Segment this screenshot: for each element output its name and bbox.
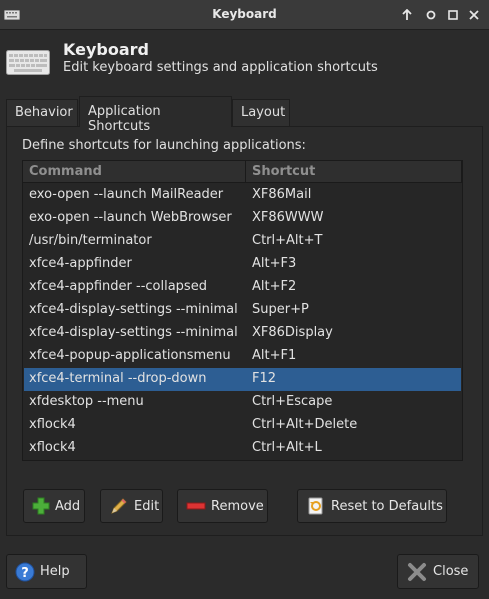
table-row[interactable]: xfce4-display-settings --minimal XF86Dis… <box>24 322 461 345</box>
command-cell: exo-open --launch MailReader <box>29 187 224 202</box>
edit-button-label: Edit <box>134 498 160 514</box>
command-cell: xflock4 <box>29 417 76 432</box>
table-header: Command Shortcut <box>23 161 462 183</box>
column-header-shortcut[interactable]: Shortcut <box>252 164 315 179</box>
tab-behavior[interactable]: Behavior <box>6 99 78 126</box>
add-button[interactable]: Add <box>23 489 85 523</box>
table-row[interactable]: xfce4-appfinder --collapsed Alt+F2 <box>24 276 461 299</box>
shortcut-cell: Ctrl+Alt+Delete <box>252 417 358 432</box>
command-cell: exo-open --launch WebBrowser <box>29 210 232 225</box>
shortcut-cell: XF86Display <box>252 325 333 340</box>
close-button[interactable]: Close <box>397 554 479 589</box>
window-titlebar[interactable]: Keyboard <box>0 0 489 30</box>
remove-button-label: Remove <box>211 498 264 514</box>
table-row[interactable]: xfdesktop --menu Ctrl+Escape <box>24 391 461 414</box>
shortcut-cell: Super+P <box>252 302 309 317</box>
add-button-label: Add <box>55 498 81 514</box>
circle-icon <box>426 10 436 20</box>
table-row[interactable]: xflock4 Ctrl+Alt+L <box>24 437 461 460</box>
shortcut-cell: Alt+F1 <box>252 348 297 363</box>
column-separator <box>245 161 246 183</box>
command-cell: xfdesktop --menu <box>29 394 144 409</box>
close-icon <box>469 10 479 20</box>
arrow-up-icon <box>402 9 412 20</box>
table-row[interactable]: xfce4-appfinder Alt+F3 <box>24 253 461 276</box>
command-cell: xfce4-display-settings --minimal <box>29 302 238 317</box>
shortcut-cell: XF86Mail <box>252 187 312 202</box>
header-subtitle: Edit keyboard settings and application s… <box>63 60 378 75</box>
column-separator <box>461 161 462 183</box>
reset-button-label: Reset to Defaults <box>331 498 443 514</box>
close-button-label: Close <box>433 564 469 579</box>
shortcut-cell: Ctrl+Alt+L <box>252 440 322 455</box>
command-cell: xflock4 <box>29 440 76 455</box>
reset-icon <box>308 497 323 515</box>
shortcut-cell: Alt+F3 <box>252 256 297 271</box>
edit-button[interactable]: Edit <box>100 489 163 523</box>
keyboard-icon <box>6 50 50 75</box>
shade-button[interactable] <box>422 6 440 24</box>
maximize-icon <box>448 10 458 20</box>
close-x-icon <box>408 562 426 581</box>
table-row-selected[interactable]: xfce4-terminal --drop-down F12 <box>24 368 461 391</box>
command-cell: xfce4-appfinder --collapsed <box>29 279 207 294</box>
help-button[interactable]: ? Help <box>6 554 87 589</box>
keep-above-button[interactable] <box>398 6 416 24</box>
shortcut-cell: Ctrl+Escape <box>252 394 333 409</box>
help-button-label: Help <box>40 564 70 579</box>
minus-icon <box>186 502 206 510</box>
close-window-button[interactable] <box>465 6 483 24</box>
column-header-command[interactable]: Command <box>29 164 102 179</box>
intro-label: Define shortcuts for launching applicati… <box>22 138 306 153</box>
shortcuts-table[interactable]: Command Shortcut exo-open --launch MailR… <box>22 160 463 461</box>
tab-application-shortcuts[interactable]: Application Shortcuts <box>79 96 232 134</box>
svg-text:?: ? <box>21 566 29 581</box>
table-row[interactable]: xfce4-popup-applicationsmenu Alt+F1 <box>24 345 461 368</box>
plus-icon <box>32 497 50 515</box>
table-row[interactable]: exo-open --launch WebBrowser XF86WWW <box>24 207 461 230</box>
pencil-icon <box>111 498 127 514</box>
maximize-button[interactable] <box>444 6 462 24</box>
shortcut-cell: F12 <box>252 371 277 386</box>
help-icon: ? <box>15 562 35 581</box>
table-row[interactable]: exo-open --launch MailReader XF86Mail <box>24 184 461 207</box>
command-cell: xfce4-terminal --drop-down <box>29 371 207 386</box>
table-row[interactable]: xflock4 Ctrl+Alt+Delete <box>24 414 461 437</box>
command-cell: xfce4-appfinder <box>29 256 132 271</box>
shortcut-cell: XF86WWW <box>252 210 324 225</box>
reset-to-defaults-button[interactable]: Reset to Defaults <box>297 489 447 523</box>
tab-layout[interactable]: Layout <box>232 99 290 126</box>
command-cell: /usr/bin/terminator <box>29 233 152 248</box>
command-cell: xfce4-display-settings --minimal <box>29 325 238 340</box>
table-row[interactable]: /usr/bin/terminator Ctrl+Alt+T <box>24 230 461 253</box>
command-cell: xfce4-popup-applicationsmenu <box>29 348 231 363</box>
header-title: Keyboard <box>63 40 149 59</box>
table-row[interactable]: xfce4-display-settings --minimal Super+P <box>24 299 461 322</box>
shortcut-cell: Ctrl+Alt+T <box>252 233 323 248</box>
remove-button[interactable]: Remove <box>177 489 268 523</box>
shortcut-cell: Alt+F2 <box>252 279 297 294</box>
